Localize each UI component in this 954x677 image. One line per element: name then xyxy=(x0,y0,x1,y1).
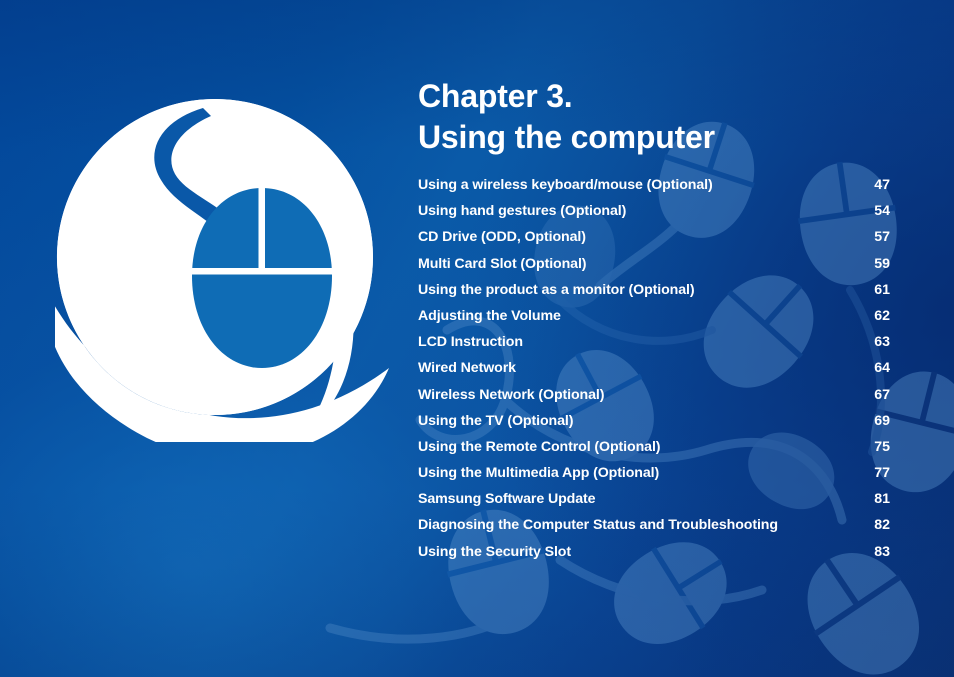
toc-entry-page-number: 83 xyxy=(874,543,890,560)
toc-entry-label: Multi Card Slot (Optional) xyxy=(418,255,587,272)
toc-entry[interactable]: Using the Security Slot 83 xyxy=(418,544,890,570)
toc-entry-label: Using a wireless keyboard/mouse (Optiona… xyxy=(418,177,713,193)
chapter-name-line: Using the computer xyxy=(418,119,715,155)
toc-entry-page-number: 67 xyxy=(874,386,890,403)
table-of-contents: Using a wireless keyboard/mouse (Optiona… xyxy=(418,177,890,570)
toc-entry[interactable]: Using the Remote Control (Optional) 75 xyxy=(418,439,890,465)
toc-entry-page-number: 47 xyxy=(874,177,890,193)
toc-entry-label: Samsung Software Update xyxy=(418,491,596,508)
toc-entry-page-number: 69 xyxy=(874,412,890,429)
toc-entry-page-number: 57 xyxy=(874,229,890,246)
toc-entry[interactable]: Diagnosing the Computer Status and Troub… xyxy=(418,517,890,543)
chapter-number-line: Chapter 3. xyxy=(418,78,573,114)
toc-entry[interactable]: Using a wireless keyboard/mouse (Optiona… xyxy=(418,177,890,203)
toc-entry[interactable]: Using hand gestures (Optional) 54 xyxy=(418,203,890,229)
toc-entry-page-number: 77 xyxy=(874,465,890,482)
toc-entry-label: Using the product as a monitor (Optional… xyxy=(418,281,695,298)
toc-entry[interactable]: CD Drive (ODD, Optional) 57 xyxy=(418,229,890,255)
toc-entry[interactable]: LCD Instruction 63 xyxy=(418,334,890,360)
page-title: Chapter 3. Using the computer xyxy=(418,76,890,158)
toc-entry-label: Wired Network xyxy=(418,360,516,377)
mouse-circle-emblem xyxy=(55,92,395,442)
toc-entry-label: Using the Multimedia App (Optional) xyxy=(418,465,660,482)
toc-entry[interactable]: Samsung Software Update 81 xyxy=(418,491,890,517)
toc-entry[interactable]: Multi Card Slot (Optional) 59 xyxy=(418,256,890,282)
toc-entry-label: LCD Instruction xyxy=(418,334,523,351)
toc-entry-label: CD Drive (ODD, Optional) xyxy=(418,229,586,246)
toc-entry-label: Wireless Network (Optional) xyxy=(418,386,605,403)
toc-entry[interactable]: Using the Multimedia App (Optional) 77 xyxy=(418,465,890,491)
toc-entry-label: Adjusting the Volume xyxy=(418,307,561,324)
toc-entry-page-number: 54 xyxy=(874,203,890,220)
toc-entry-page-number: 75 xyxy=(874,438,890,455)
toc-entry-page-number: 59 xyxy=(874,255,890,272)
toc-entry-page-number: 62 xyxy=(874,307,890,324)
toc-entry-label: Diagnosing the Computer Status and Troub… xyxy=(418,517,778,534)
toc-entry[interactable]: Using the TV (Optional) 69 xyxy=(418,413,890,439)
toc-entry-label: Using the Remote Control (Optional) xyxy=(418,438,661,455)
toc-entry-page-number: 81 xyxy=(874,491,890,508)
toc-entry-label: Using the TV (Optional) xyxy=(418,412,574,429)
toc-entry-page-number: 61 xyxy=(874,281,890,298)
toc-entry-page-number: 64 xyxy=(874,360,890,377)
toc-entry[interactable]: Wired Network 64 xyxy=(418,360,890,386)
chapter-divider-page: Chapter 3. Using the computer Using a wi… xyxy=(0,0,954,677)
toc-entry[interactable]: Adjusting the Volume 62 xyxy=(418,308,890,334)
content-column: Chapter 3. Using the computer Using a wi… xyxy=(418,0,890,677)
toc-entry[interactable]: Wireless Network (Optional) 67 xyxy=(418,387,890,413)
toc-entry-page-number: 63 xyxy=(874,334,890,351)
toc-entry-page-number: 82 xyxy=(874,517,890,534)
toc-entry-label: Using the Security Slot xyxy=(418,543,572,560)
toc-entry-label: Using hand gestures (Optional) xyxy=(418,203,627,220)
toc-entry[interactable]: Using the product as a monitor (Optional… xyxy=(418,282,890,308)
